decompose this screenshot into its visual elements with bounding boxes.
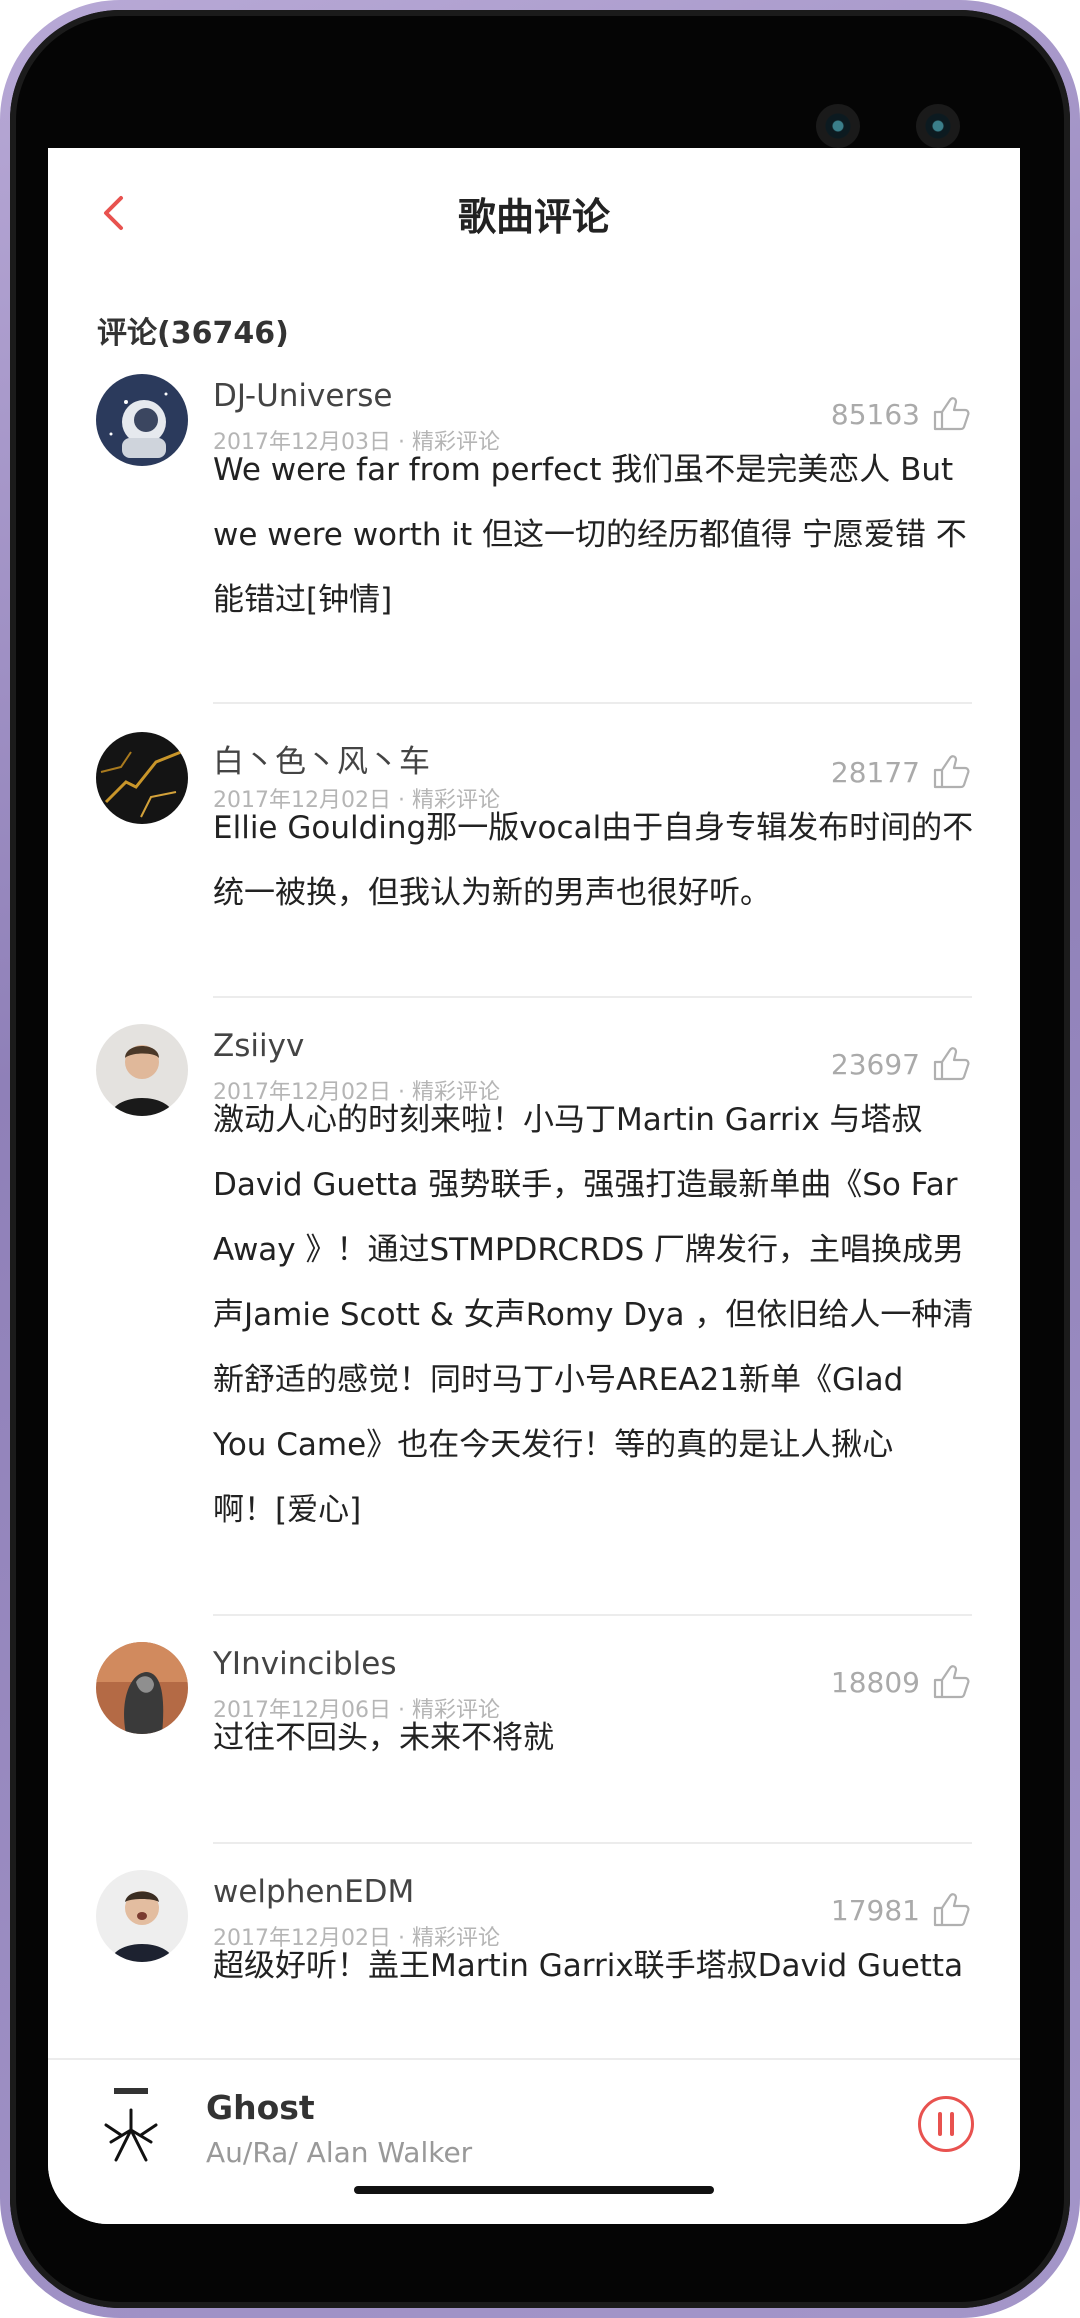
app-screen: 歌曲评论 评论(36746) DJ-Universe 2017年12月03日 ·… — [48, 148, 1020, 2224]
comment-text: We were far from perfect 我们虽不是完美恋人 But w… — [213, 438, 993, 633]
commenter-name[interactable]: YInvincibles — [213, 1646, 397, 1682]
commenter-name[interactable]: welphenEDM — [213, 1874, 414, 1910]
comment-item: 白丶色丶风丶车 2017年12月02日 · 精彩评论 28177 Ellie G… — [48, 732, 1020, 1032]
thumbs-up-icon — [933, 1665, 970, 1699]
avatar[interactable] — [96, 1870, 188, 1962]
comment-text: 超级好听！盖王Martin Garrix联手塔叔David Guetta — [213, 1934, 993, 1999]
commenter-name[interactable]: Zsiiyv — [213, 1028, 304, 1064]
like-count: 85163 — [830, 397, 920, 431]
front-camera-secondary — [916, 104, 960, 148]
comment-text: 激动人心的时刻来啦！小马丁Martin Garrix 与塔叔 David Gue… — [213, 1088, 993, 1543]
like-count: 17981 — [830, 1893, 920, 1927]
phone-frame: 歌曲评论 评论(36746) DJ-Universe 2017年12月03日 ·… — [0, 0, 1080, 2318]
thumbs-up-icon — [933, 1047, 970, 1081]
comment-item: DJ-Universe 2017年12月03日 · 精彩评论 85163 We … — [48, 374, 1020, 774]
comment-line: 新舒适的感觉！同时马丁小号AREA21新单《Glad — [213, 1362, 904, 1398]
like-count: 18809 — [830, 1665, 920, 1699]
comment-count-heading: 评论(36746) — [97, 316, 289, 351]
comment-line: We were far from perfect 我们虽不是完美恋人 But — [213, 452, 954, 488]
page-title: 歌曲评论 — [457, 195, 610, 239]
thumbs-up-icon — [933, 755, 970, 789]
comment-line: 过往不回头，未来不将就 — [213, 1720, 554, 1756]
top-bar: 歌曲评论 — [48, 148, 1020, 278]
comment-line: 能错过[钟情] — [213, 582, 393, 618]
like-button[interactable]: 18809 — [831, 1664, 972, 1700]
comment-item: YInvincibles 2017年12月06日 · 精彩评论 18809 过往… — [48, 1642, 1020, 1822]
comment-text: Ellie Goulding那一版vocal由于自身专辑发布时间的不 统一被换，… — [213, 796, 993, 926]
pause-icon — [950, 2112, 954, 2136]
comment-item: welphenEDM 2017年12月02日 · 精彩评论 17981 超级好听… — [48, 1870, 1020, 2050]
comment-text: 过往不回头，未来不将就 — [213, 1706, 993, 1771]
avatar[interactable] — [96, 732, 188, 824]
mini-player[interactable]: Ghost Au/Ra/ Alan Walker — [48, 2058, 1020, 2224]
comment-line: Ellie Goulding那一版vocal由于自身专辑发布时间的不 — [213, 810, 974, 846]
pause-button[interactable] — [918, 2096, 974, 2152]
avatar[interactable] — [96, 1024, 188, 1116]
song-artist: Au/Ra/ Alan Walker — [206, 2136, 473, 2169]
divider — [213, 1842, 972, 1844]
thumbs-up-icon — [933, 397, 970, 431]
avatar[interactable] — [96, 1642, 188, 1734]
like-count: 23697 — [830, 1047, 920, 1081]
comment-line: Away 》！通过STMPDRCRDS 厂牌发行，主唱换成男 — [213, 1232, 965, 1268]
front-camera — [816, 104, 860, 148]
divider — [213, 1614, 972, 1616]
comment-line: David Guetta 强势联手，强强打造最新单曲《So Far — [213, 1167, 958, 1203]
comment-line: 统一被换，但我认为新的男声也很好听。 — [213, 875, 771, 911]
divider — [213, 996, 972, 998]
album-art[interactable] — [76, 2080, 186, 2190]
like-button[interactable]: 17981 — [831, 1892, 972, 1928]
comment-line: 啊！[爱心] — [213, 1492, 362, 1528]
comment-line: You Came》也在今天发行！等的真的是让人揪心 — [213, 1427, 894, 1463]
comment-line: 声Jamie Scott & 女声Romy Dya ，但依旧给人一种清 — [213, 1297, 974, 1333]
song-title: Ghost — [206, 2088, 315, 2127]
pause-icon — [938, 2112, 942, 2136]
like-count: 28177 — [830, 755, 920, 789]
like-button[interactable]: 85163 — [831, 396, 972, 432]
comment-line: 激动人心的时刻来啦！小马丁Martin Garrix 与塔叔 — [213, 1102, 923, 1138]
home-indicator[interactable] — [354, 2186, 714, 2194]
divider — [213, 702, 972, 704]
commenter-name[interactable]: 白丶色丶风丶车 — [213, 736, 430, 781]
like-button[interactable]: 23697 — [831, 1046, 972, 1082]
avatar[interactable] — [96, 374, 188, 466]
comment-line: 超级好听！盖王Martin Garrix联手塔叔David Guetta — [213, 1948, 964, 1984]
like-button[interactable]: 28177 — [831, 754, 972, 790]
comment-item: Zsiiyv 2017年12月02日 · 精彩评论 23697 激动人心的时刻来… — [48, 1024, 1020, 1584]
commenter-name[interactable]: DJ-Universe — [213, 378, 392, 414]
thumbs-up-icon — [933, 1893, 970, 1927]
comment-line: we were worth it 但这一切的经历都值得 宁愿爱错 不 — [213, 517, 967, 553]
